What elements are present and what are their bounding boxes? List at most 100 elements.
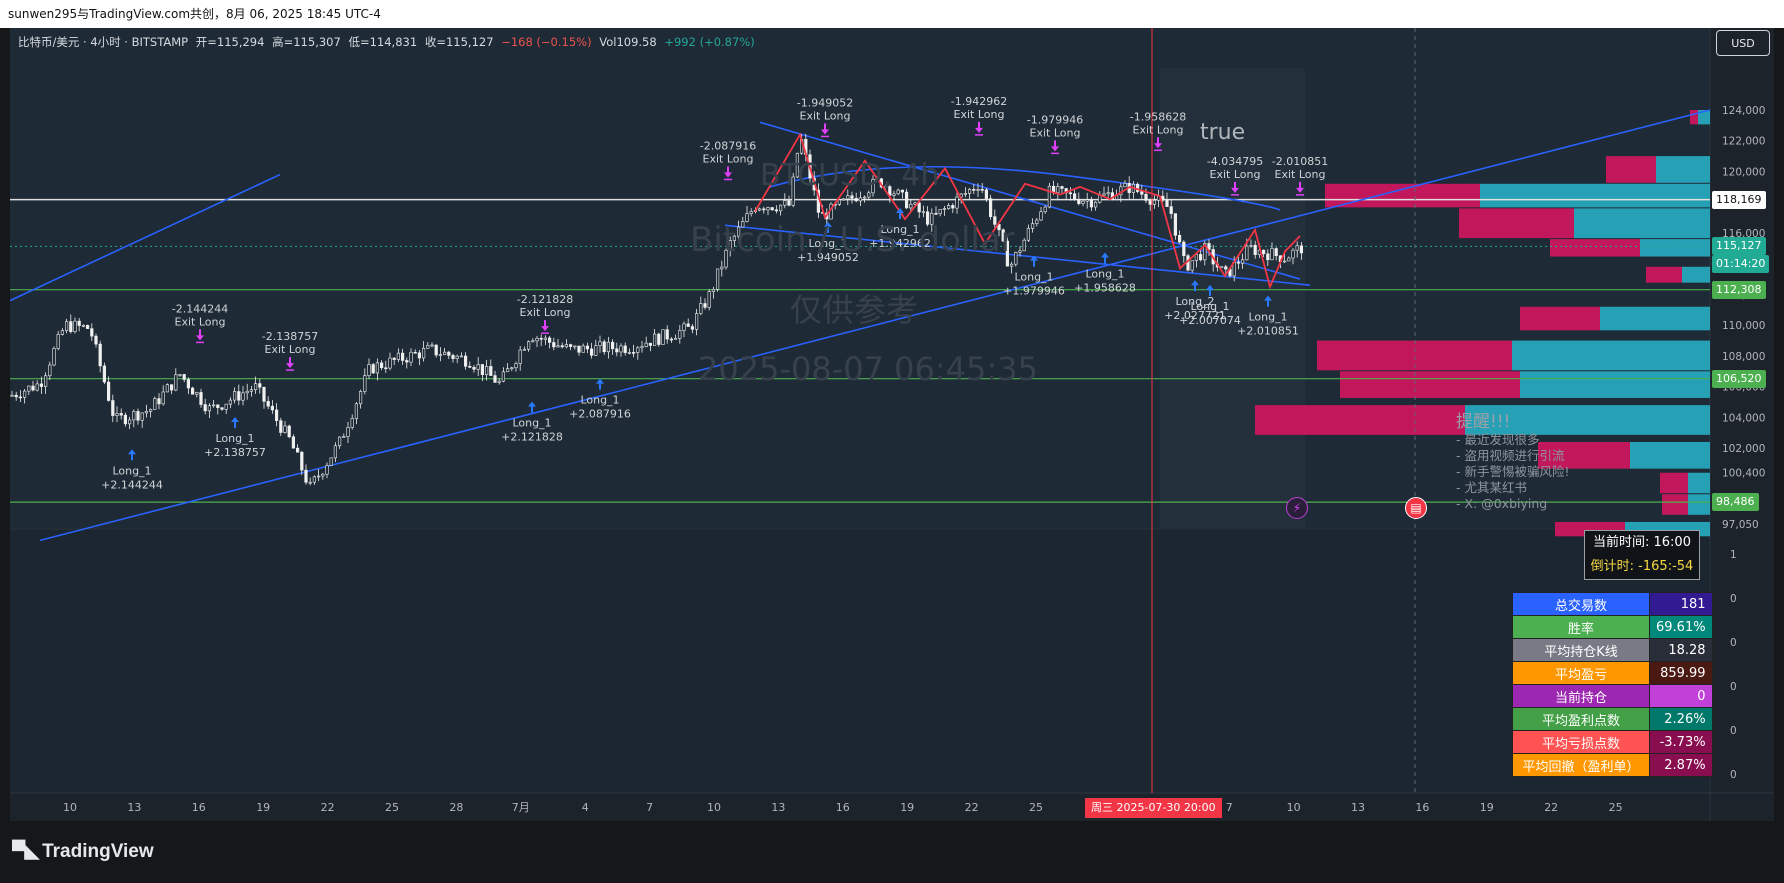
volume-profile-up	[1656, 156, 1710, 183]
candle-body	[694, 313, 699, 330]
candle-body	[787, 200, 791, 206]
candle-body	[1140, 191, 1144, 195]
candle-body	[980, 189, 984, 191]
candle-body	[249, 389, 254, 392]
candle-body	[854, 198, 858, 202]
candle-body	[522, 348, 526, 351]
signal-name: Long_1	[1190, 300, 1229, 313]
candle-body	[300, 451, 304, 471]
share-header: sunwen295与TradingView.com共创，8月 06, 2025 …	[0, 0, 1784, 28]
candle-body	[749, 211, 753, 214]
signal-name: Long_1	[112, 464, 151, 477]
time-tick: 16	[192, 801, 206, 814]
time-tick: 10	[1287, 801, 1301, 814]
signal-value: +2.087916	[569, 408, 631, 421]
candle-body	[535, 338, 539, 342]
candle-body	[1274, 248, 1278, 257]
lightning-icon[interactable]: ⚡	[1286, 497, 1308, 519]
candle-body	[102, 365, 106, 383]
price-tag: 106,520	[1712, 369, 1766, 388]
candle-body	[405, 360, 409, 363]
candle-body	[699, 303, 703, 314]
signal-name: Exit Long	[800, 109, 851, 122]
indicator-tick: 0	[1730, 725, 1737, 737]
signal-value: -1.942962	[951, 95, 1007, 108]
time-tick: 13	[771, 801, 785, 814]
high-value: 高=115,307	[272, 35, 341, 49]
candle-body	[442, 351, 447, 355]
candle-body	[934, 213, 938, 215]
candle-body	[510, 367, 514, 370]
time-tick: 25	[385, 801, 399, 814]
signal-value: -2.144244	[172, 302, 228, 315]
time-tick: 13	[1351, 801, 1365, 814]
candle-body	[245, 390, 249, 394]
candle-body	[291, 436, 296, 449]
tv-logo-icon: ▀◣	[12, 841, 39, 862]
symbol-title[interactable]: 比特币/美元 · 4小时 · BITSTAMP	[18, 35, 188, 49]
candle-body	[581, 345, 585, 353]
stats-key: 平均回撤（盈利单）	[1512, 753, 1650, 777]
candle-body	[455, 355, 459, 359]
signal-name: Long_1	[1248, 311, 1287, 324]
candle-body	[858, 197, 862, 202]
candle-body	[707, 291, 711, 308]
candle-body	[426, 345, 430, 349]
candle-body	[1068, 192, 1072, 195]
change-value: −168 (−0.15%)	[501, 35, 592, 49]
ohlc-legend: 比特币/美元 · 4小时 · BITSTAMP 开=115,294 高=115,…	[18, 34, 759, 50]
currency-button[interactable]: USD	[1716, 30, 1770, 56]
candle-body	[1081, 200, 1085, 204]
volume-profile-down	[1550, 239, 1640, 257]
candle-body	[56, 334, 60, 349]
candle-body	[165, 384, 170, 393]
candle-body	[1295, 245, 1299, 251]
candle-body	[690, 326, 694, 330]
candle-body	[149, 409, 153, 412]
price-tag: 98,486	[1712, 493, 1759, 512]
volume-profile-up	[1574, 208, 1710, 239]
candle-body	[128, 419, 132, 425]
time-tick: 16	[1415, 801, 1429, 814]
candle-body	[384, 367, 388, 370]
candle-body	[573, 345, 577, 348]
candle-body	[308, 481, 312, 484]
candle-body	[379, 362, 384, 369]
us-flag-icon[interactable]: ▤	[1405, 497, 1427, 519]
candle-body	[711, 288, 715, 292]
price-tick: 97,050	[1722, 519, 1759, 531]
candle-body	[909, 203, 913, 209]
candle-body	[627, 352, 631, 354]
candle-body	[757, 208, 762, 211]
candle-body	[1299, 245, 1303, 254]
tradingview-logo[interactable]: ▀◣ TradingView	[12, 840, 154, 863]
candle-body	[98, 343, 102, 367]
candle-body	[644, 342, 648, 347]
time-tick: 25	[1029, 801, 1043, 814]
candle-body	[241, 392, 245, 401]
candle-body	[1291, 249, 1295, 259]
candle-body	[862, 196, 867, 199]
candle-body	[451, 355, 455, 359]
signal-name: Long_1	[1014, 271, 1053, 284]
signal-name: Exit Long	[1210, 168, 1261, 181]
candle-body	[358, 391, 363, 405]
volume-profile-down	[1662, 494, 1688, 515]
candle-body	[720, 266, 724, 270]
price-tag: 115,127	[1712, 237, 1766, 256]
stats-row: 平均亏损点数 -3.73%	[1512, 730, 1713, 754]
candle-body	[258, 383, 262, 388]
time-tick: 10	[707, 801, 721, 814]
candle-body	[1199, 254, 1203, 261]
price-tag: 118,169	[1712, 190, 1766, 209]
signal-name: Exit Long	[703, 152, 754, 165]
candle-body	[1056, 186, 1060, 193]
candle-body	[602, 341, 606, 353]
time-tick: 28	[449, 801, 463, 814]
candle-body	[233, 391, 237, 401]
indicator-tick: 1	[1730, 549, 1737, 561]
candle-body	[1077, 198, 1081, 204]
signal-value: +1.958628	[1074, 282, 1136, 295]
volume-profile-up	[1640, 239, 1710, 257]
candle-body	[69, 321, 73, 333]
